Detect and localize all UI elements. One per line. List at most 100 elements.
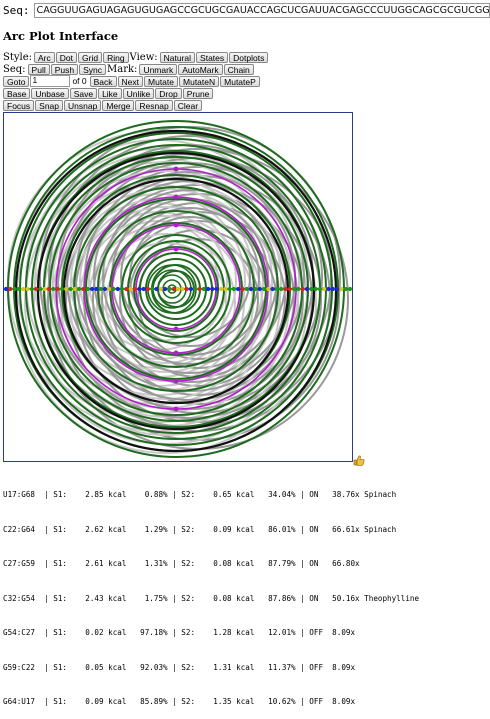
goto-input[interactable]: 1 xyxy=(30,75,71,87)
arc-plot-canvas[interactable] xyxy=(3,112,353,462)
nucleotide-dot[interactable] xyxy=(214,286,219,292)
nucleotide-dot[interactable] xyxy=(244,286,249,292)
nucleotide-dot[interactable] xyxy=(158,286,163,292)
nucleotide-dot[interactable] xyxy=(188,286,193,292)
nucleotide-dot[interactable] xyxy=(253,286,258,292)
nucleotide-dot[interactable] xyxy=(3,286,9,292)
nucleotide-dot[interactable] xyxy=(115,286,120,292)
next-button[interactable]: Next xyxy=(117,75,144,87)
nucleotide-dot[interactable] xyxy=(167,286,172,292)
nucleotide-dot[interactable] xyxy=(171,286,176,292)
nucleotide-dot[interactable] xyxy=(64,286,69,292)
chain-button[interactable]: Chain xyxy=(223,63,254,75)
focus-button[interactable]: Focus xyxy=(3,99,35,111)
mutatep-button[interactable]: MutateP xyxy=(220,75,260,87)
drop-button[interactable]: Drop xyxy=(155,87,182,99)
nucleotide-dot[interactable] xyxy=(175,286,181,292)
nucleotide-dot[interactable] xyxy=(34,286,39,292)
nucleotide-dot[interactable] xyxy=(163,286,168,292)
nucleotide-dot[interactable] xyxy=(16,286,21,292)
nucleotide-dot[interactable] xyxy=(141,286,146,292)
nucleotide-dot[interactable] xyxy=(8,286,13,292)
unmark-button[interactable]: Unmark xyxy=(139,63,178,75)
prune-button[interactable]: Prune xyxy=(182,87,214,99)
nucleotide-dot[interactable] xyxy=(77,286,82,292)
nucleotide-dot[interactable] xyxy=(21,286,26,292)
nucleotide-dot[interactable] xyxy=(274,286,279,292)
nucleotide-dot[interactable] xyxy=(283,286,288,292)
nucleotide-dot[interactable] xyxy=(107,286,112,292)
dotplots-button[interactable]: Dotplots xyxy=(229,51,269,63)
nucleotide-dot[interactable] xyxy=(223,286,228,292)
nucleotide-dot[interactable] xyxy=(137,286,142,292)
nucleotide-dot[interactable] xyxy=(81,286,86,292)
nucleotide-dot[interactable] xyxy=(292,286,297,292)
nucleotide-dot[interactable] xyxy=(51,286,56,292)
nucleotide-dot[interactable] xyxy=(180,286,185,292)
nucleotide-dot[interactable] xyxy=(98,286,103,292)
automark-button[interactable]: AutoMark xyxy=(178,63,223,75)
nucleotide-dot[interactable] xyxy=(343,286,348,292)
nucleotide-dot[interactable] xyxy=(85,286,90,292)
nucleotide-dot[interactable] xyxy=(261,286,267,292)
nucleotide-dot[interactable] xyxy=(227,286,232,292)
nucleotide-dot[interactable] xyxy=(210,286,215,292)
nucleotide-dot[interactable] xyxy=(89,286,95,292)
nucleotide-dot[interactable] xyxy=(128,286,133,292)
nucleotide-dot[interactable] xyxy=(111,286,116,292)
grid-button[interactable]: Grid xyxy=(78,51,103,63)
unsnap-button[interactable]: Unsnap xyxy=(64,99,102,111)
nucleotide-dot[interactable] xyxy=(102,286,107,292)
nucleotide-dot[interactable] xyxy=(197,286,202,292)
nucleotide-dot[interactable] xyxy=(309,286,314,292)
like-button[interactable]: Like xyxy=(98,87,122,99)
save-button[interactable]: Save xyxy=(69,87,98,99)
nucleotide-dot[interactable] xyxy=(322,286,327,292)
nucleotide-dot[interactable] xyxy=(25,286,30,292)
nucleotide-dot[interactable] xyxy=(145,286,150,292)
nucleotide-dot[interactable] xyxy=(94,286,99,292)
dot-button[interactable]: Dot xyxy=(55,51,77,63)
unlike-button[interactable]: Unlike xyxy=(122,87,155,99)
back-button[interactable]: Back xyxy=(89,75,117,87)
mutate-button[interactable]: Mutate xyxy=(144,75,179,87)
nucleotide-dot[interactable] xyxy=(240,286,245,292)
nucleotide-dot[interactable] xyxy=(270,286,275,292)
nucleotide-dot[interactable] xyxy=(257,286,262,292)
nucleotide-dot[interactable] xyxy=(218,286,224,292)
nucleotide-dot[interactable] xyxy=(193,286,198,292)
nucleotide-dot[interactable] xyxy=(339,286,344,292)
nucleotide-dot[interactable] xyxy=(46,286,52,292)
nucleotide-dot[interactable] xyxy=(249,286,254,292)
nucleotide-dot[interactable] xyxy=(68,286,73,292)
ring-button[interactable]: Ring xyxy=(103,51,129,63)
resnap-button[interactable]: Resnap xyxy=(135,99,173,111)
nucleotide-dot[interactable] xyxy=(313,286,318,292)
nucleotide-dot[interactable] xyxy=(335,286,340,292)
arc-button[interactable]: Arc xyxy=(34,51,55,63)
nucleotide-dot[interactable] xyxy=(236,286,241,292)
snap-button[interactable]: Snap xyxy=(35,99,64,111)
nucleotide-dot[interactable] xyxy=(72,286,77,292)
nucleotide-dot[interactable] xyxy=(347,286,353,292)
states-button[interactable]: States xyxy=(196,51,229,63)
nucleotide-dot[interactable] xyxy=(201,286,206,292)
goto-button[interactable]: Goto xyxy=(3,75,30,87)
nucleotide-dot[interactable] xyxy=(12,286,17,292)
push-button[interactable]: Push xyxy=(50,63,79,75)
nucleotide-dot[interactable] xyxy=(132,286,138,292)
nucleotide-dot[interactable] xyxy=(279,286,284,292)
nucleotide-dot[interactable] xyxy=(124,286,129,292)
nucleotide-dot[interactable] xyxy=(154,286,159,292)
nucleotide-dot[interactable] xyxy=(296,286,301,292)
mutaten-button[interactable]: MutateN xyxy=(179,75,220,87)
nucleotide-dot[interactable] xyxy=(29,286,34,292)
nucleotide-dot[interactable] xyxy=(42,286,47,292)
sync-button[interactable]: Sync xyxy=(79,63,107,75)
nucleotide-dot[interactable] xyxy=(184,286,189,292)
nucleotide-dot[interactable] xyxy=(231,286,236,292)
nucleotide-dot[interactable] xyxy=(266,286,271,292)
nucleotide-dot[interactable] xyxy=(206,286,211,292)
sequence-input[interactable]: CAGGUUGAGUAGAGUGUGAGCCGCUGCGAUACCAGCUCGA… xyxy=(33,3,490,18)
merge-button[interactable]: Merge xyxy=(102,99,135,111)
